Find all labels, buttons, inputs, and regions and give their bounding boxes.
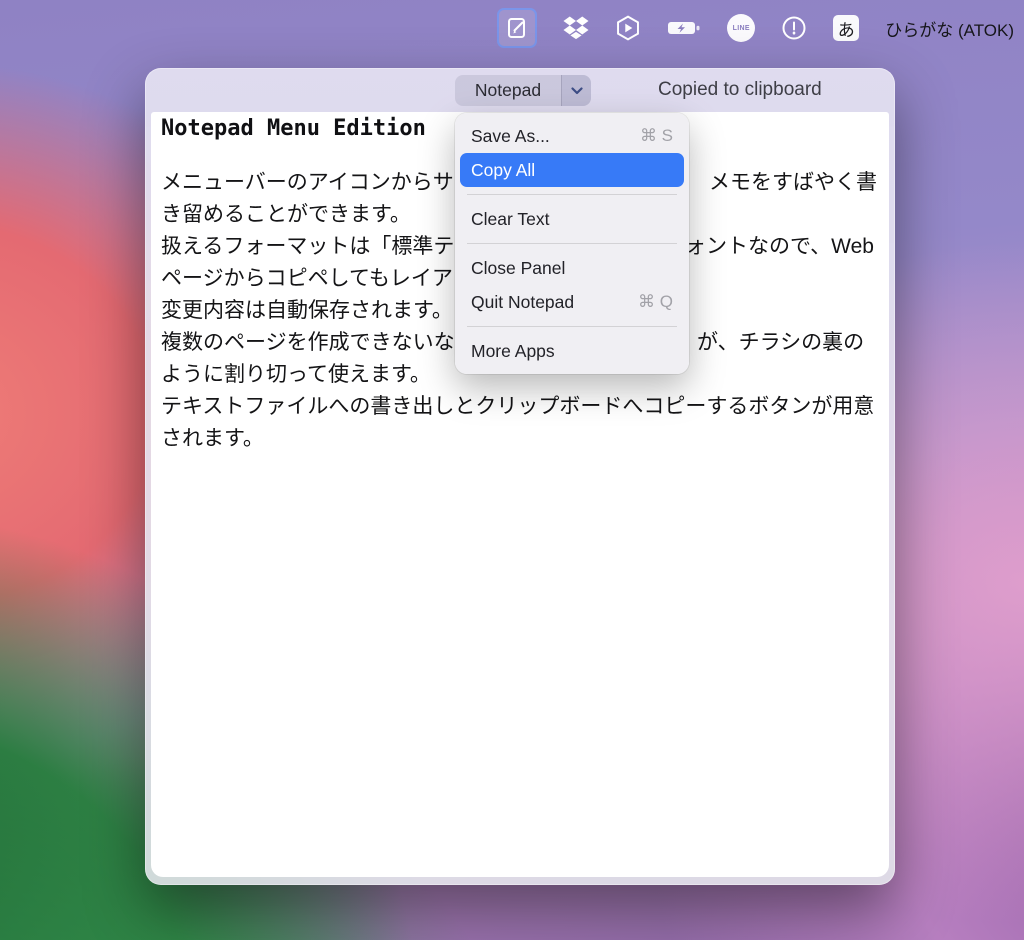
menu-item-quit-notepad[interactable]: Quit Notepad ⌘ Q: [460, 285, 684, 319]
menu-item-copy-all[interactable]: Copy All: [460, 153, 684, 187]
note-line-left: き留めることができます。: [161, 203, 411, 226]
menu-divider: [467, 194, 677, 195]
note-line-right: が、チラシの裏の: [697, 327, 864, 359]
menu-item-label: Quit Notepad: [471, 292, 574, 313]
menu-item-save-as[interactable]: Save As... ⌘ S: [460, 119, 684, 153]
notepad-glyph-icon: [505, 16, 529, 40]
chevron-down-icon[interactable]: [561, 75, 591, 106]
note-line: されます。: [161, 423, 889, 455]
menu-item-label: Close Panel: [471, 258, 565, 279]
line-badge-label: LINE: [733, 25, 750, 32]
note-line-left: テキストファイルへの書き出しとクリップボードへコピーするボタンが用意: [161, 395, 874, 418]
menu-item-shortcut: ⌘ S: [640, 126, 673, 146]
line-icon[interactable]: LINE: [727, 14, 755, 42]
notepad-app-icon[interactable]: [497, 8, 537, 48]
dropbox-icon[interactable]: [563, 16, 589, 40]
note-line-left: ページからコピペしてもレイア: [161, 267, 453, 290]
note-line-left: 複数のページを作成できないな: [161, 331, 455, 354]
note-line-left: 変更内容は自動保存されます。: [161, 299, 453, 322]
menu-item-shortcut: ⌘ Q: [638, 292, 673, 312]
ime-mode-label[interactable]: ひらがな (ATOK): [885, 16, 1014, 41]
menu-item-more-apps[interactable]: More Apps: [460, 334, 684, 368]
notepad-menu-button[interactable]: Notepad: [455, 75, 591, 106]
hexagon-play-icon[interactable]: [615, 15, 641, 41]
ime-input-icon[interactable]: あ: [833, 15, 859, 41]
alert-circle-icon[interactable]: [781, 15, 807, 41]
note-line: テキストファイルへの書き出しとクリップボードへコピーするボタンが用意: [161, 391, 889, 423]
menu-item-label: Clear Text: [471, 209, 549, 230]
note-line-left: ように割り切って使えます。: [161, 363, 431, 386]
menu-divider: [467, 326, 677, 327]
menu-item-label: More Apps: [471, 341, 555, 362]
note-line-right: メモをすばやく書: [709, 167, 877, 199]
ime-badge-label: あ: [838, 16, 855, 41]
notepad-dropdown-menu: Save As... ⌘ S Copy All Clear Text Close…: [455, 113, 689, 374]
menu-item-label: Save As...: [471, 126, 550, 147]
battery-charging-icon[interactable]: [667, 19, 701, 37]
menu-item-clear-text[interactable]: Clear Text: [460, 202, 684, 236]
panel-header: Notepad Copied to clipboard: [145, 68, 895, 112]
menu-item-label: Copy All: [471, 160, 535, 181]
note-line-left: 扱えるフォーマットは「標準テ: [161, 235, 454, 258]
menu-divider: [467, 243, 677, 244]
note-line-left: されます。: [161, 427, 264, 450]
status-text: Copied to clipboard: [658, 68, 822, 112]
note-line-right: ォントなので、Web: [685, 231, 874, 263]
notepad-menu-button-label: Notepad: [455, 75, 561, 106]
menu-bar: LINE あ ひらがな (ATOK): [0, 0, 1024, 56]
menu-item-close-panel[interactable]: Close Panel: [460, 251, 684, 285]
note-line-left: メニューバーのアイコンからサ: [161, 171, 454, 194]
